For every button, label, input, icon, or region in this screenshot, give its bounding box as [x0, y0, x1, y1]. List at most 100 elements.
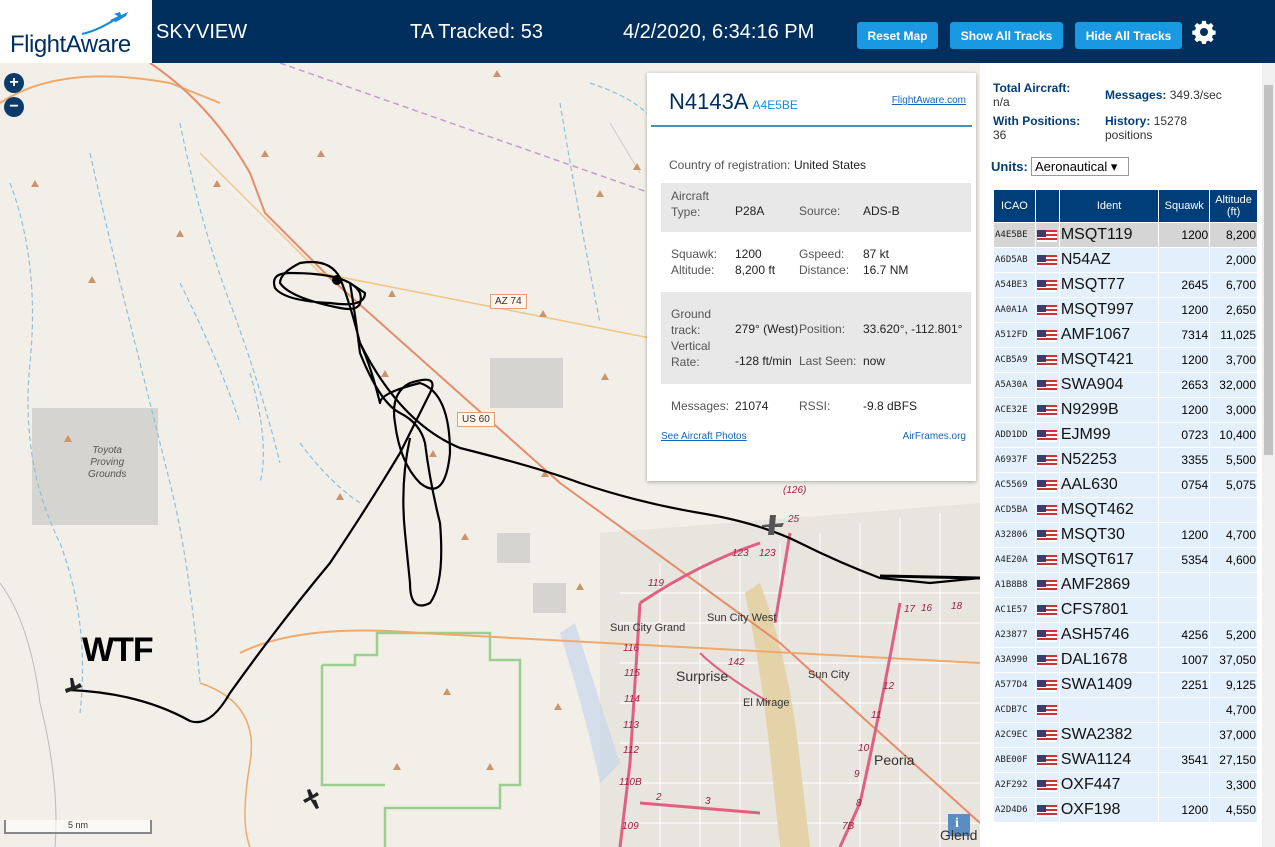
messages-rate-value: 349.3/sec — [1169, 88, 1222, 102]
icao-cell: A5A30A — [993, 372, 1036, 398]
squawk-cell: 1200 — [1158, 297, 1211, 323]
route-label: 11 — [871, 710, 882, 721]
altitude-cell: 3,700 — [1209, 347, 1258, 373]
route-label: (126) — [783, 485, 807, 496]
zoom-in-button[interactable]: + — [4, 73, 24, 93]
squawk-label: Squawk: — [671, 247, 718, 261]
ident-cell: MSQT119 — [1058, 222, 1160, 248]
route-label: 12 — [883, 681, 895, 692]
ident-cell: MSQT617 — [1058, 547, 1160, 573]
us-flag-icon — [1037, 355, 1058, 368]
popup-header: N4143A A4E5BE — [669, 89, 798, 115]
place-label-sun-city-grand: Sun City Grand — [610, 622, 686, 634]
us-flag-icon — [1037, 405, 1058, 418]
flag-cell — [1034, 247, 1060, 273]
squawk-cell: 2653 — [1158, 372, 1211, 398]
table-row[interactable]: A5A30A SWA904 2653 32,000 — [993, 372, 1258, 398]
table-row[interactable]: AC1E57 CFS7801 — [993, 597, 1258, 623]
table-row[interactable]: A54BE3 MSQT77 2645 6,700 — [993, 272, 1258, 298]
table-row[interactable]: AA0A1A MSQT997 1200 2,650 — [993, 297, 1258, 323]
route-label: 116 — [623, 643, 639, 654]
squawk-cell: 1200 — [1158, 397, 1211, 423]
flag-cell — [1034, 372, 1060, 398]
table-row[interactable]: A2F292 OXF447 3,300 — [993, 772, 1258, 798]
altitude-cell: 4,550 — [1209, 797, 1258, 823]
table-row[interactable]: ABE00F SWA1124 3541 27,150 — [993, 747, 1258, 773]
table-row[interactable]: A512FD AMF1067 7314 11,025 — [993, 322, 1258, 348]
altitude-cell: 5,500 — [1209, 447, 1258, 473]
table-row[interactable]: A1B8B8 AMF2869 — [993, 572, 1258, 598]
info-glyph: i — [955, 816, 959, 831]
altitude-value: 8,200 ft — [735, 263, 776, 277]
flag-cell — [1034, 297, 1060, 323]
hide-all-tracks-button[interactable]: Hide All Tracks — [1075, 22, 1182, 49]
ident-cell: AAL630 — [1058, 472, 1160, 498]
ta-tracked-count: TA Tracked: 53 — [410, 21, 544, 43]
altitude-label: Altitude: — [671, 263, 715, 277]
table-row[interactable]: A6937F N52253 3355 5,500 — [993, 447, 1258, 473]
squawk-cell: 5354 — [1158, 547, 1211, 573]
table-row[interactable]: A4E5BE MSQT119 1200 8,200 — [993, 222, 1258, 248]
route-label: 3 — [705, 796, 711, 807]
table-row[interactable]: A23877 ASH5746 4256 5,200 — [993, 622, 1258, 648]
popup-divider — [651, 125, 972, 127]
airframes-link[interactable]: AirFrames.org — [903, 431, 966, 442]
sidebar-scrollbar[interactable] — [1262, 63, 1275, 847]
table-row[interactable]: ACE32E N9299B 1200 3,000 — [993, 397, 1258, 423]
ident-cell: OXF447 — [1058, 772, 1160, 798]
route-label: 10 — [858, 743, 870, 754]
us-flag-icon — [1037, 755, 1058, 768]
table-row[interactable]: ACD5BA MSQT462 — [993, 497, 1258, 523]
scrollbar-thumb[interactable] — [1264, 85, 1273, 455]
column-header-squawk[interactable]: Squawk — [1158, 189, 1211, 223]
ident-cell: N9299B — [1058, 397, 1160, 423]
ground-track-value: 279° (West) — [735, 322, 799, 336]
table-row[interactable]: ADD1DD EJM99 0723 10,400 — [993, 422, 1258, 448]
table-row[interactable]: A6D5AB N54AZ 2,000 — [993, 247, 1258, 273]
altitude-cell: 37,050 — [1209, 647, 1258, 673]
altitude-cell: 3,000 — [1209, 397, 1258, 423]
icao-cell: ACD5BA — [993, 497, 1036, 523]
us-flag-icon — [1037, 255, 1058, 268]
popup-squawk-row: Squawk: 1200 Gspeed: 87 kt Altitude: 8,2… — [661, 245, 971, 285]
flightaware-link[interactable]: FlightAware.com — [892, 95, 966, 106]
icao-cell: ACE32E — [993, 397, 1036, 423]
ident-cell: SWA1409 — [1058, 672, 1160, 698]
column-header-icao[interactable]: ICAO — [993, 189, 1036, 223]
flag-cell — [1034, 697, 1060, 723]
zoom-out-button[interactable]: − — [4, 97, 24, 117]
flightaware-logo[interactable]: FlightAware — [0, 0, 152, 63]
aircraft-photos-link[interactable]: See Aircraft Photos — [661, 431, 747, 442]
table-row[interactable]: A4E20A MSQT617 5354 4,600 — [993, 547, 1258, 573]
column-header-altitude[interactable]: Altitude (ft) — [1209, 189, 1258, 223]
country-value: United States — [794, 158, 867, 172]
us-flag-icon — [1037, 630, 1058, 643]
squawk-cell: 2645 — [1158, 272, 1211, 298]
gear-icon[interactable] — [1192, 20, 1216, 44]
table-row[interactable]: AC5569 AAL630 0754 5,075 — [993, 472, 1258, 498]
table-row[interactable]: ACB5A9 MSQT421 1200 3,700 — [993, 347, 1258, 373]
table-row[interactable]: A32806 MSQT30 1200 4,700 — [993, 522, 1258, 548]
table-row[interactable]: A577D4 SWA1409 2251 9,125 — [993, 672, 1258, 698]
flag-cell — [1034, 422, 1060, 448]
flag-cell — [1034, 572, 1060, 598]
table-row[interactable]: A2D4D6 OXF198 1200 4,550 — [993, 797, 1258, 823]
ident-cell: EJM99 — [1058, 422, 1160, 448]
ident-cell: AMF1067 — [1058, 322, 1160, 348]
place-label-toyota-proving-grounds: Toyota Proving Grounds — [88, 445, 127, 480]
show-all-tracks-button[interactable]: Show All Tracks — [950, 22, 1063, 49]
units-select[interactable]: Aeronautical ▾ — [1031, 157, 1129, 176]
reset-map-button[interactable]: Reset Map — [857, 22, 938, 49]
icao-cell: ADD1DD — [993, 422, 1036, 448]
route-label: 7B — [842, 821, 855, 832]
table-row[interactable]: ACDB7C 4,700 — [993, 697, 1258, 723]
aircraft-marker-icon[interactable] — [303, 789, 319, 809]
icao-cell: ACDB7C — [993, 697, 1036, 723]
column-header-flag[interactable] — [1034, 189, 1060, 223]
table-row[interactable]: A2C9EC SWA2382 37,000 — [993, 722, 1258, 748]
icao-cell: AC5569 — [993, 472, 1036, 498]
column-header-ident[interactable]: Ident — [1058, 189, 1160, 223]
table-row[interactable]: A3A990 DAL1678 1007 37,050 — [993, 647, 1258, 673]
altitude-cell: 37,000 — [1209, 722, 1258, 748]
ident-cell: MSQT30 — [1058, 522, 1160, 548]
